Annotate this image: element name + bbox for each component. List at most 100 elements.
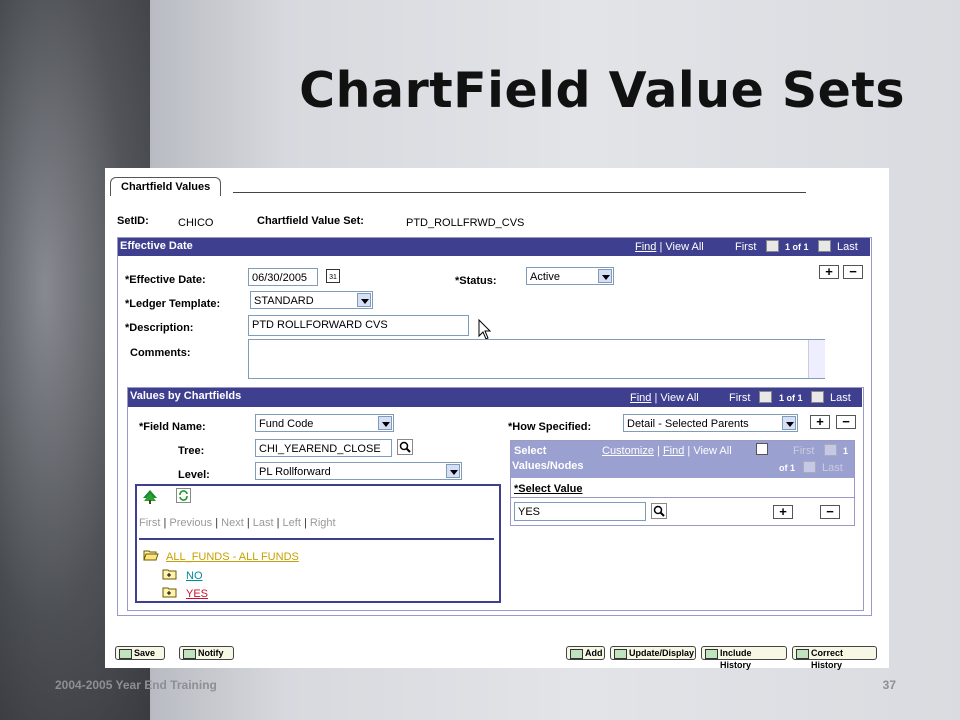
select-values-title2: Values/Nodes [512, 460, 584, 472]
refresh-icon[interactable] [176, 488, 191, 503]
add-button[interactable]: Add [566, 646, 605, 660]
field-name-value: Fund Code [259, 418, 314, 430]
select-count: 1 [843, 446, 849, 456]
effective-date-label: *Effective Date: [125, 274, 206, 286]
effdate-last[interactable]: Last [837, 241, 858, 253]
tree-divider [139, 538, 494, 540]
how-specified-select[interactable]: Detail - Selected Parents [623, 414, 798, 432]
tree-input[interactable]: CHI_YEAREND_CLOSE [255, 439, 392, 457]
ledger-template-value: STANDARD [254, 295, 314, 307]
folder-expand-icon[interactable] [162, 586, 178, 598]
add-value-icon[interactable]: + [773, 505, 793, 519]
slide-title: ChartField Value Sets [299, 62, 905, 119]
lookup-search-icon[interactable] [651, 503, 667, 519]
correct-history-button[interactable]: Correct History [792, 646, 877, 670]
select-prev-icon[interactable] [824, 444, 837, 456]
mouse-cursor-icon [478, 319, 492, 340]
lookup-search-icon[interactable] [397, 439, 413, 455]
effdate-next-icon[interactable] [818, 240, 831, 252]
tree-nav-bar: First | Previous | Next | Last | Left | … [139, 517, 336, 529]
tree-node-yes[interactable]: YES [186, 588, 208, 600]
comments-label: Comments: [130, 347, 191, 359]
select-values-title1: Select [514, 445, 547, 457]
ledger-template-select[interactable]: STANDARD [250, 291, 373, 309]
select-last[interactable]: Last [822, 462, 843, 474]
calendar-icon[interactable]: 31 [326, 269, 340, 283]
effdate-prev-icon[interactable] [766, 240, 779, 252]
select-values-header: Select Values/Nodes Customize | Find | V… [511, 441, 854, 478]
values-next-icon[interactable] [811, 391, 824, 403]
select-first[interactable]: First [793, 445, 814, 457]
level-label: Level: [178, 469, 210, 481]
grid-download-icon[interactable] [756, 443, 768, 455]
include-history-button[interactable]: Include History [701, 646, 787, 670]
delete-value-icon[interactable]: − [820, 505, 840, 519]
grid-divider [511, 497, 854, 498]
delete-row-icon[interactable]: − [843, 265, 863, 279]
tree-node-no[interactable]: NO [186, 570, 203, 582]
notify-button[interactable]: Notify [179, 646, 234, 660]
select-view-all-link[interactable]: View All [693, 445, 731, 457]
slide-footer: 2004-2005 Year End Training [55, 678, 217, 692]
effdate-view-all-link[interactable]: View All [665, 241, 703, 253]
tree-nav-next[interactable]: Next [221, 517, 244, 529]
chevron-down-icon [446, 464, 460, 478]
chevron-down-icon [378, 416, 392, 430]
folder-expand-icon[interactable] [162, 568, 178, 580]
cvs-label: Chartfield Value Set: [257, 215, 364, 227]
setid-value: CHICO [178, 217, 214, 229]
effective-date-input[interactable]: 06/30/2005 [248, 268, 318, 286]
chevron-down-icon [598, 269, 612, 283]
add-chartfield-icon[interactable]: + [810, 415, 830, 429]
cvs-value: PTD_ROLLFRWD_CVS [406, 217, 525, 229]
add-row-icon[interactable]: + [819, 265, 839, 279]
select-value-col-header[interactable]: *Select Value [514, 483, 583, 495]
values-last[interactable]: Last [830, 392, 851, 404]
values-first[interactable]: First [729, 392, 750, 404]
chevron-down-icon [357, 293, 371, 307]
customize-link[interactable]: Customize [602, 445, 654, 457]
tree-nav-left[interactable]: Left [283, 517, 301, 529]
how-specified-value: Detail - Selected Parents [627, 418, 749, 430]
values-find-link[interactable]: Find [630, 392, 651, 404]
values-prev-icon[interactable] [759, 391, 772, 403]
tab-underline [233, 192, 806, 193]
slide-page-number: 37 [882, 678, 896, 692]
tree-nav-right[interactable]: Right [310, 517, 336, 529]
effdate-first[interactable]: First [735, 241, 756, 253]
values-by-chartfields-header: Values by Chartfields Find | View All Fi… [128, 388, 862, 407]
tree-icon[interactable] [142, 489, 158, 505]
comments-textarea[interactable] [248, 339, 825, 379]
select-find-link[interactable]: Find [663, 445, 684, 457]
select-of-count: of 1 [779, 463, 796, 473]
description-input[interactable]: PTD ROLLFORWARD CVS [248, 315, 469, 336]
save-button[interactable]: Save [115, 646, 165, 660]
values-count: 1 of 1 [779, 393, 803, 403]
effective-date-title: Effective Date [120, 240, 193, 252]
field-name-select[interactable]: Fund Code [255, 414, 394, 432]
level-select[interactable]: PL Rollforward [255, 462, 462, 480]
tab-chartfield-values[interactable]: Chartfield Values [110, 177, 222, 196]
ledger-template-label: *Ledger Template: [125, 298, 221, 310]
tree-nav-last[interactable]: Last [253, 517, 274, 529]
status-label: *Status: [455, 275, 497, 287]
comments-scrollbar[interactable] [808, 340, 825, 378]
effdate-count: 1 of 1 [785, 242, 809, 252]
tree-nav-first[interactable]: First [139, 517, 160, 529]
tree-node-root[interactable]: ALL_FUNDS - ALL FUNDS [166, 551, 299, 563]
select-value-input[interactable]: YES [514, 502, 646, 521]
effdate-find-link[interactable]: Find [635, 241, 656, 253]
open-folder-icon[interactable] [143, 549, 159, 561]
effective-date-header: Effective Date Find | View All First 1 o… [118, 238, 870, 256]
values-section-title: Values by Chartfields [130, 390, 242, 402]
select-next-icon[interactable] [803, 461, 816, 473]
update-display-button[interactable]: Update/Display [610, 646, 696, 660]
tree-nav-previous[interactable]: Previous [169, 517, 212, 529]
setid-label: SetID: [117, 215, 149, 227]
delete-chartfield-icon[interactable]: − [836, 415, 856, 429]
values-view-all-link[interactable]: View All [660, 392, 698, 404]
chevron-down-icon [782, 416, 796, 430]
status-value: Active [530, 271, 560, 283]
status-select[interactable]: Active [526, 267, 614, 285]
how-specified-label: *How Specified: [508, 421, 592, 433]
